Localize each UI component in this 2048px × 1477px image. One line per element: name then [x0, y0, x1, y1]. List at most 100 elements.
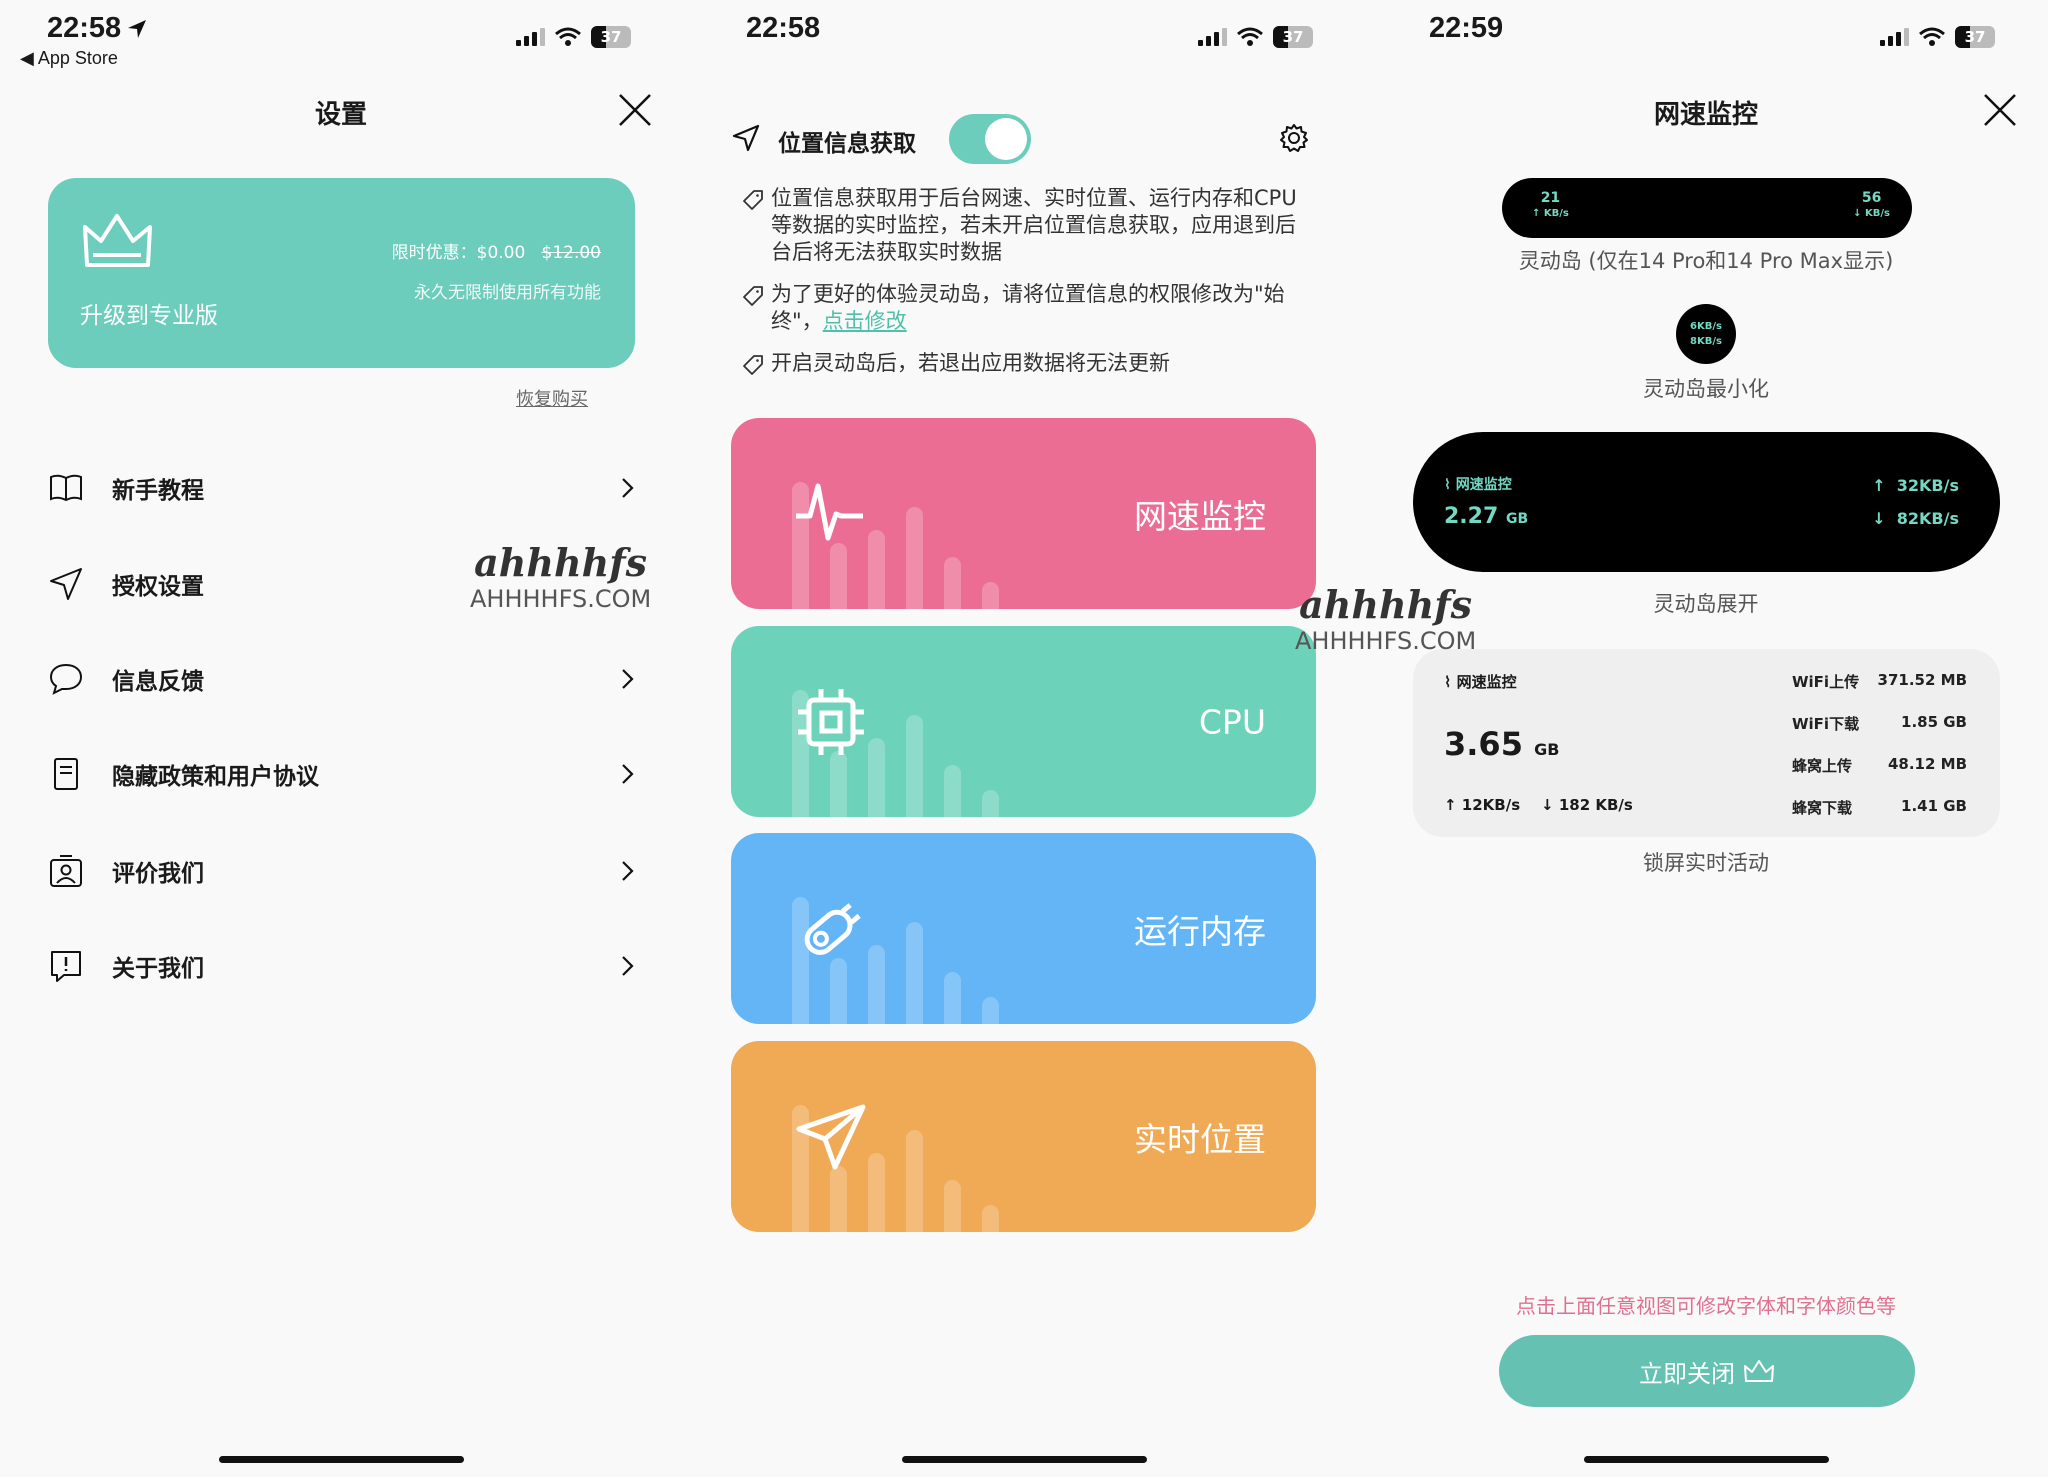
menu-item-feedback[interactable]: 信息反馈	[48, 649, 638, 709]
memory-icon	[804, 902, 861, 955]
wifi-icon	[555, 27, 581, 46]
old-price: $12.00	[541, 243, 601, 263]
stat-value: 48.12 MB	[1887, 755, 1967, 773]
chevron-right-icon	[622, 861, 634, 881]
decorative-bar	[944, 765, 961, 817]
change-permission-link[interactable]: 点击修改	[823, 309, 907, 333]
decorative-bar	[830, 751, 847, 817]
stat-value: 1.41 GB	[1901, 797, 1967, 815]
card-label: CPU	[1198, 702, 1266, 741]
chevron-right-icon	[622, 764, 634, 784]
location-toggle[interactable]	[949, 114, 1031, 164]
status-time: 22:58	[746, 12, 821, 44]
location-arrow-icon	[796, 1104, 866, 1169]
island-min-caption: 灵动岛最小化	[1643, 377, 1769, 401]
lock-screen-activity[interactable]: ⌇ 网速监控 3.65 GB ↑ 12KB/s ↓ 182 KB/s WiFi上…	[1413, 649, 2000, 837]
menu-label: 授权设置	[112, 574, 204, 600]
dynamic-island-compact[interactable]: 21 ↑ KB/s 56 ↓ KB/s	[1502, 178, 1912, 238]
lock-label: ⌇ 网速监控	[1444, 673, 1517, 691]
menu-label: 关于我们	[112, 956, 204, 982]
card-label: 网速监控	[1134, 496, 1266, 536]
stat-label: WiFi下载	[1792, 715, 1860, 733]
chip-icon	[798, 688, 864, 755]
close-now-button[interactable]: 立即关闭	[1499, 1335, 1915, 1407]
wifi-icon	[1919, 27, 1945, 46]
decorative-bar	[830, 1166, 847, 1232]
stat-label: 蜂窝下载	[1792, 799, 1853, 817]
crown-icon	[83, 214, 152, 267]
gear-icon[interactable]	[1279, 123, 1309, 153]
card-label: 实时位置	[1134, 1119, 1266, 1159]
upgrade-pro-card[interactable]: 升级到专业版 限时优惠：$0.00 $12.00 永久无限制使用所有功能	[48, 178, 635, 368]
dynamic-island-expanded[interactable]: ⌇ 网速监控 2.27 GB ↑ 32KB/s ↓ 82KB/s	[1413, 432, 2000, 572]
decorative-bar	[982, 997, 999, 1024]
card-label: 运行内存	[1134, 911, 1266, 951]
card-location[interactable]: 实时位置	[731, 1041, 1316, 1232]
book-icon	[50, 474, 82, 502]
status-icons: 37	[516, 26, 631, 48]
navigation-icon	[732, 124, 760, 152]
tag-icon	[743, 286, 763, 306]
dynamic-island-minimized[interactable]: 6KB/s 8KB/s	[1676, 304, 1736, 364]
tag-icon	[743, 355, 763, 375]
menu-item-rate-us[interactable]: 评价我们	[48, 841, 638, 901]
card-memory[interactable]: 运行内存	[731, 833, 1316, 1024]
decorative-bar	[982, 1205, 999, 1232]
decorative-bar	[982, 790, 999, 817]
battery-icon: 37	[591, 26, 631, 48]
battery-icon: 37	[1273, 26, 1313, 48]
expanded-total: 2.27 GB	[1444, 504, 1529, 529]
stat-value: 371.52 MB	[1877, 671, 1967, 689]
menu-item-tutorial[interactable]: 新手教程	[48, 458, 638, 518]
watermark: ahhhhfs AHHHHFS.COM	[1295, 582, 1477, 655]
home-indicator[interactable]	[902, 1456, 1147, 1463]
min-upload: 6KB/s	[1690, 321, 1722, 332]
button-label: 立即关闭	[1639, 1359, 1735, 1388]
menu-label: 信息反馈	[112, 669, 204, 695]
expanded-upload: ↑ 32KB/s	[1872, 476, 1959, 495]
crown-icon	[1744, 1360, 1774, 1382]
rate-icon	[50, 855, 82, 887]
card-network-speed[interactable]: 网速监控	[731, 418, 1316, 609]
menu-label: 隐藏政策和用户协议	[112, 764, 319, 790]
menu-item-about-us[interactable]: 关于我们	[48, 936, 638, 996]
chevron-right-icon	[622, 669, 634, 689]
decorative-bar	[982, 582, 999, 609]
island-download: 56 ↓ KB/s	[1853, 190, 1890, 219]
chat-bubble-icon	[49, 663, 83, 695]
promo-price: 限时优惠：$0.00 $12.00	[391, 243, 601, 263]
back-to-app-store[interactable]: ◀ App Store	[20, 48, 118, 69]
menu-label: 评价我们	[112, 861, 204, 887]
restore-purchase-link[interactable]: 恢复购买	[516, 385, 588, 411]
close-icon[interactable]	[1983, 93, 2017, 127]
note-item: 位置信息获取用于后台网速、实时位置、运行内存和CPU 等数据的实时监控，若未开启…	[742, 185, 1302, 266]
signal-icon	[1198, 28, 1227, 46]
wifi-icon	[1237, 27, 1263, 46]
island-upload: 21 ↑ KB/s	[1532, 190, 1569, 219]
lock-speeds: ↑ 12KB/s ↓ 182 KB/s	[1444, 796, 1633, 814]
settings-screen: 22:58 ◀ App Store 37 设置 升级到专业版 限时优惠：$0.0…	[0, 0, 683, 1477]
customize-hint: 点击上面任意视图可修改字体和字体颜色等	[1516, 1294, 1896, 1318]
island-expanded-caption: 灵动岛展开	[1653, 592, 1759, 616]
status-icons: 37	[1880, 26, 1995, 48]
close-icon[interactable]	[618, 93, 652, 127]
chevron-right-icon	[622, 956, 634, 976]
decorative-bar	[944, 1180, 961, 1232]
expanded-label: ⌇ 网速监控	[1444, 477, 1512, 493]
note-item: 开启灵动岛后，若退出应用数据将无法更新	[742, 350, 1302, 377]
signal-icon	[1880, 28, 1909, 46]
decorative-bar	[906, 507, 923, 609]
page-title: 设置	[314, 100, 368, 130]
home-indicator[interactable]	[1584, 1456, 1829, 1463]
menu-item-privacy-policy[interactable]: 隐藏政策和用户协议	[48, 744, 638, 804]
card-cpu[interactable]: CPU	[731, 626, 1316, 817]
document-icon	[54, 758, 78, 790]
pro-subtitle: 永久无限制使用所有功能	[414, 283, 601, 303]
home-indicator[interactable]	[219, 1456, 464, 1463]
stat-label: WiFi上传	[1792, 673, 1860, 691]
decorative-bar	[868, 530, 885, 609]
location-label: 位置信息获取	[778, 131, 916, 157]
note-item: 为了更好的体验灵动岛，请将位置信息的权限修改为"始终"，点击修改	[742, 281, 1302, 335]
stat-label: 蜂窝上传	[1792, 757, 1853, 775]
min-download: 8KB/s	[1690, 336, 1722, 347]
